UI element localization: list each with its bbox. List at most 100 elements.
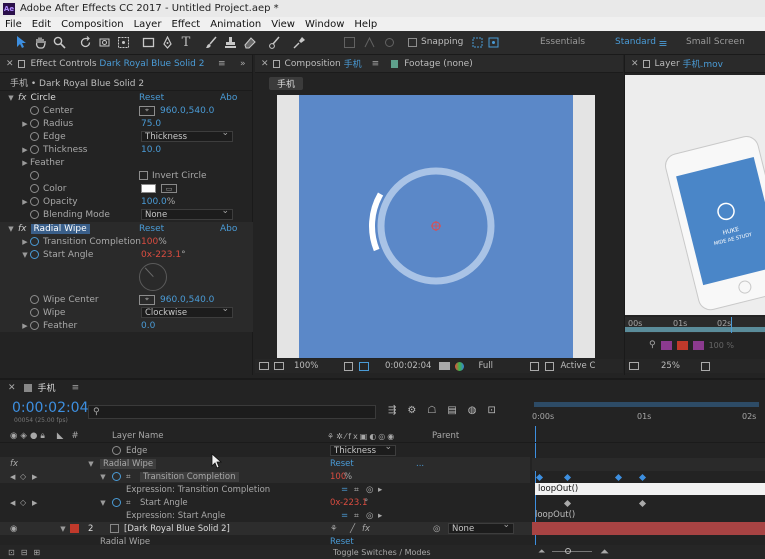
- lock-column-icon[interactable]: 🔒︎: [40, 431, 45, 441]
- next-keyframe-icon[interactable]: ▶: [32, 499, 37, 507]
- transition-completion-tl-row[interactable]: ◀ ◇ ▶ ▼ ⌗ Transition Completion 100 %: [0, 470, 530, 483]
- lock-icon[interactable]: [272, 59, 280, 68]
- collapse-triangle-icon[interactable]: ▼: [6, 225, 16, 233]
- stopwatch-icon[interactable]: [112, 472, 121, 481]
- workspace-standard[interactable]: Standard: [615, 37, 656, 47]
- rectangle-icon[interactable]: [141, 34, 155, 50]
- graph-icon[interactable]: ⌗: [126, 472, 131, 482]
- selection-icon[interactable]: [14, 34, 28, 50]
- view-axis-icon[interactable]: [382, 34, 396, 50]
- layer-switches-pane-icon[interactable]: ⊡: [8, 548, 15, 557]
- column-parent[interactable]: Parent: [432, 431, 459, 441]
- parent-dropdown[interactable]: None: [448, 520, 514, 534]
- effect-controls-tab[interactable]: ✕ Effect Controls Dark Royal Blue Solid …: [0, 55, 210, 73]
- stopwatch-icon[interactable]: [30, 295, 39, 304]
- radial-wipe-row-ellipsis[interactable]: ...: [416, 459, 424, 469]
- workspace-essentials[interactable]: Essentials: [540, 37, 585, 47]
- collapse-triangle-icon[interactable]: ▼: [6, 94, 16, 102]
- local-axis-icon[interactable]: [342, 34, 356, 50]
- invert-circle-toggle[interactable]: Invert Circle: [139, 169, 207, 182]
- zoom-slider[interactable]: [552, 551, 592, 552]
- snapshot-icon[interactable]: [439, 362, 451, 370]
- circle-effect-header[interactable]: ▼ fx Circle: [6, 91, 55, 104]
- expr-pickwhip-icon[interactable]: ◎: [366, 511, 373, 521]
- fx-icon[interactable]: fx: [18, 224, 27, 234]
- clone-stamp-icon[interactable]: [223, 34, 237, 50]
- timeline-search-field[interactable]: ⚲: [88, 405, 376, 419]
- add-keyframe-icon[interactable]: ◇: [20, 472, 26, 481]
- label-column-icon[interactable]: ◣: [57, 431, 64, 441]
- panel-menu-icon[interactable]: ≡: [372, 59, 380, 69]
- shy-icon[interactable]: ☖: [427, 405, 436, 416]
- collapse-triangle-icon[interactable]: ▼: [86, 460, 96, 468]
- keyframe[interactable]: [638, 473, 647, 482]
- lock-icon[interactable]: [17, 59, 25, 68]
- grid-icon[interactable]: [344, 361, 353, 371]
- puppet-icon[interactable]: ⚲: [649, 340, 656, 350]
- color-swatch[interactable]: [141, 184, 156, 193]
- stopwatch-icon[interactable]: [30, 106, 39, 115]
- stopwatch-icon[interactable]: [30, 308, 39, 317]
- expand-triangle-icon[interactable]: ▶: [20, 198, 30, 206]
- expr-enable-icon[interactable]: =: [341, 511, 348, 521]
- expr-pickwhip-icon[interactable]: ◎: [366, 485, 373, 495]
- menu-effect[interactable]: Effect: [166, 19, 205, 30]
- parent-pickwhip-icon[interactable]: ◎: [433, 524, 440, 534]
- start-angle-tl-prefix[interactable]: 0x: [330, 498, 340, 508]
- snapping-toggle[interactable]: Snapping: [408, 34, 470, 50]
- next-keyframe-icon[interactable]: ▶: [32, 473, 37, 481]
- wipe-dropdown[interactable]: Clockwise: [141, 304, 233, 318]
- always-preview-icon[interactable]: [259, 362, 269, 370]
- collapse-triangle-icon[interactable]: ▼: [98, 473, 108, 481]
- graph-icon[interactable]: ⌗: [126, 498, 131, 508]
- expr-graph-icon[interactable]: ⌗: [354, 485, 359, 495]
- angle-dial[interactable]: [139, 263, 167, 291]
- start-angle-tl-row[interactable]: ◀ ◇ ▶ ▼ ⌗ Start Angle 0x -223.1 °: [0, 496, 530, 509]
- footage-tab[interactable]: Footage (none): [385, 55, 479, 73]
- invert-circle-checkbox[interactable]: [139, 171, 148, 180]
- radial-feather-value[interactable]: 0.0: [141, 319, 155, 332]
- menu-edit[interactable]: Edit: [27, 19, 56, 30]
- panel-menu-icon[interactable]: ≡: [72, 383, 80, 393]
- circle-blend-dropdown[interactable]: None: [141, 206, 233, 220]
- menu-window[interactable]: Window: [300, 19, 349, 30]
- expand-triangle-icon[interactable]: ▶: [20, 159, 30, 167]
- menu-view[interactable]: View: [266, 19, 300, 30]
- stopwatch-icon[interactable]: [30, 210, 39, 219]
- expression-text-start[interactable]: loopOut(): [535, 510, 575, 520]
- expand-triangle-icon[interactable]: ▶: [20, 146, 30, 154]
- frame-blending-icon[interactable]: ▤: [447, 405, 456, 416]
- resolution-dropdown[interactable]: Full: [478, 361, 530, 371]
- solo-column-icon[interactable]: ●: [30, 431, 37, 441]
- video-column-icon[interactable]: ◉: [10, 431, 17, 441]
- radial-wipe-effect-header[interactable]: ▼ fx Radial Wipe: [6, 222, 90, 235]
- mask-visibility-icon[interactable]: [359, 361, 369, 371]
- label-color-swatch[interactable]: [70, 524, 79, 533]
- circle-thickness-value[interactable]: 10.0: [141, 143, 161, 156]
- stopwatch-icon[interactable]: [30, 119, 39, 128]
- prev-keyframe-icon[interactable]: ◀: [10, 473, 15, 481]
- pan-behind-icon[interactable]: [116, 34, 130, 50]
- layer-duration-bar[interactable]: [532, 522, 765, 535]
- expand-triangle-icon[interactable]: ▶: [20, 238, 30, 246]
- keyframe[interactable]: [614, 473, 623, 482]
- motion-blur-icon[interactable]: ◍: [468, 405, 477, 416]
- stopwatch-icon[interactable]: [112, 446, 121, 455]
- radial-wipe-reset-link[interactable]: Reset: [139, 222, 164, 235]
- expand-panel-icon[interactable]: »: [240, 59, 246, 69]
- snap-edges-icon[interactable]: [470, 34, 484, 50]
- menu-layer[interactable]: Layer: [129, 19, 167, 30]
- keyframe[interactable]: [563, 473, 572, 482]
- prev-keyframe-icon[interactable]: ◀: [10, 499, 15, 507]
- snapping-checkbox[interactable]: [408, 37, 417, 47]
- expr-language-menu-icon[interactable]: ▸: [378, 485, 382, 495]
- snap-features-icon[interactable]: [486, 34, 500, 50]
- expand-triangle-icon[interactable]: ▶: [20, 322, 30, 330]
- layer-zoom-dropdown[interactable]: 25%: [661, 361, 701, 371]
- eraser-icon[interactable]: [242, 34, 256, 50]
- circle-edge-dropdown[interactable]: Thickness: [141, 128, 233, 142]
- lock-icon[interactable]: [642, 59, 650, 68]
- stopwatch-icon[interactable]: [30, 171, 39, 180]
- camera-orbit-icon[interactable]: [97, 34, 111, 50]
- current-time-display[interactable]: 0:00:02:04: [385, 361, 431, 371]
